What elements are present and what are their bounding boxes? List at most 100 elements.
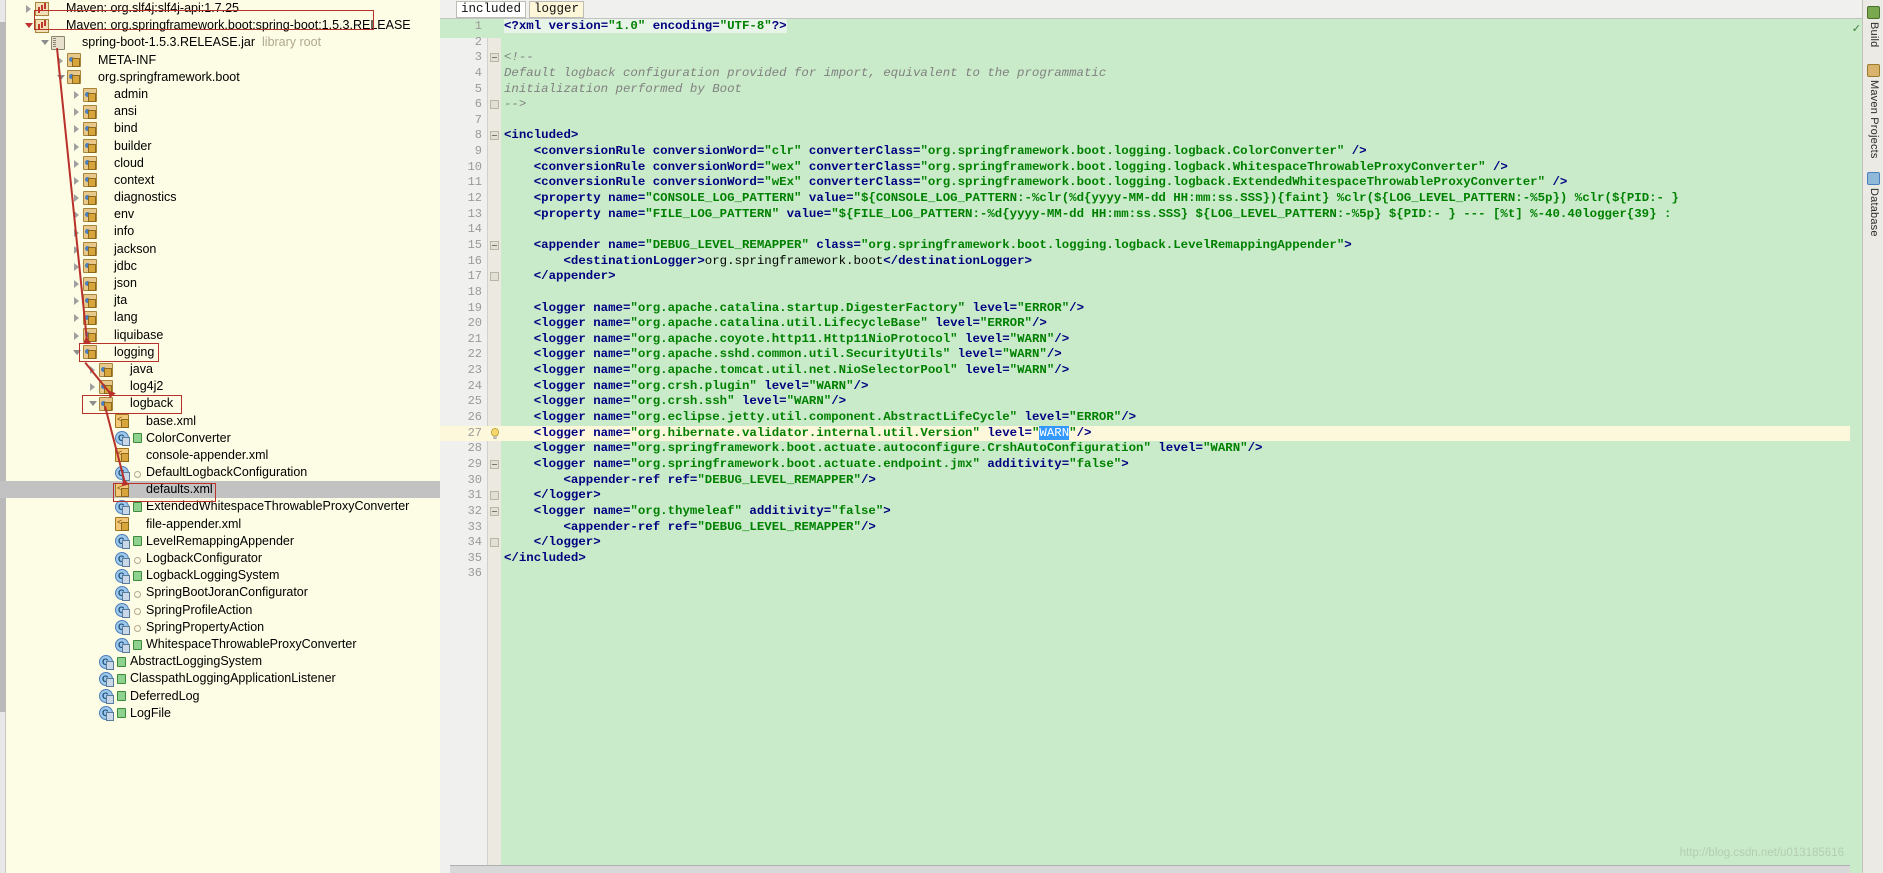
right-tab-build[interactable]: Build: [1863, 6, 1883, 47]
tree-item-diagnostics[interactable]: diagnostics: [0, 189, 440, 206]
code-line-5[interactable]: 5 initialization performed by Boot: [440, 82, 1862, 98]
breadcrumb-item-logger[interactable]: logger: [529, 0, 585, 18]
code-line-6[interactable]: 6 -->: [440, 97, 1862, 113]
chevron-right-icon[interactable]: [72, 103, 83, 120]
code-lines[interactable]: 1 <?xml version="1.0" encoding="UTF-8"?> 2…: [440, 19, 1862, 582]
code-line-32[interactable]: 32 <logger name="org.thymeleaf" additivi…: [440, 504, 1862, 520]
tree-row-list[interactable]: Maven: org.slf4j:slf4j-api:1.7.25 Maven: …: [0, 0, 440, 722]
code-line-19[interactable]: 19 <logger name="org.apache.catalina.sta…: [440, 301, 1862, 317]
code-line-36[interactable]: 36: [440, 566, 1862, 582]
tree-item-deferredlog[interactable]: DeferredLog: [0, 688, 440, 705]
horizontal-scrollbar[interactable]: [450, 865, 1850, 873]
tree-item-liquibase[interactable]: liquibase: [0, 327, 440, 344]
tree-item-jta[interactable]: jta: [0, 292, 440, 309]
chevron-down-icon[interactable]: [24, 17, 35, 34]
tree-item-jackson[interactable]: jackson: [0, 241, 440, 258]
code-line-23[interactable]: 23 <logger name="org.apache.tomcat.util.…: [440, 363, 1862, 379]
tree-item-org-springframework-boot[interactable]: org.springframework.boot: [0, 69, 440, 86]
fold-end-icon[interactable]: [490, 491, 499, 501]
chevron-down-icon[interactable]: [40, 34, 51, 51]
tree-item-levelremappingappender[interactable]: LevelRemappingAppender: [0, 533, 440, 551]
fold-collapse-icon[interactable]: [490, 131, 499, 141]
tree-item-colorconverter[interactable]: ColorConverter: [0, 430, 440, 447]
tree-item-springbootjoranconfigurator[interactable]: SpringBootJoranConfigurator: [0, 584, 440, 602]
code-line-12[interactable]: 12 <property name="CONSOLE_LOG_PATTERN" …: [440, 191, 1862, 207]
code-line-13[interactable]: 13 <property name="FILE_LOG_PATTERN" val…: [440, 207, 1862, 223]
code-line-20[interactable]: 20 <logger name="org.apache.catalina.uti…: [440, 316, 1862, 332]
tree-item-file-appender-xml[interactable]: file-appender.xml: [0, 515, 440, 533]
chevron-right-icon[interactable]: [72, 120, 83, 137]
tree-item-json[interactable]: json: [0, 275, 440, 292]
code-line-4[interactable]: 4 Default logback configuration provided …: [440, 66, 1862, 82]
code-line-28[interactable]: 28 <logger name="org.springframework.boo…: [440, 441, 1862, 457]
code-line-11[interactable]: 11 <conversionRule conversionWord="wEx" …: [440, 175, 1862, 191]
chevron-right-icon[interactable]: [24, 0, 35, 17]
code-line-24[interactable]: 24 <logger name="org.crsh.plugin" level=…: [440, 379, 1862, 395]
tree-item-whitespacethrowableproxyconverter[interactable]: WhitespaceThrowableProxyConverter: [0, 636, 440, 654]
fold-collapse-icon[interactable]: [490, 240, 499, 250]
tree-item-abstractloggingsystem[interactable]: AbstractLoggingSystem: [0, 653, 440, 671]
fold-collapse-icon[interactable]: [490, 506, 499, 516]
intention-bulb-icon[interactable]: [490, 427, 500, 440]
chevron-right-icon[interactable]: [72, 138, 83, 155]
fold-end-icon[interactable]: [490, 100, 499, 110]
editor-area[interactable]: included logger 1 <?xml version="1.0" enco…: [440, 0, 1862, 873]
tree-item-logbackconfigurator[interactable]: LogbackConfigurator: [0, 550, 440, 568]
project-tree-panel[interactable]: Maven: org.slf4j:slf4j-api:1.7.25 Maven: …: [0, 0, 440, 873]
chevron-right-icon[interactable]: [72, 309, 83, 326]
chevron-right-icon[interactable]: [72, 172, 83, 189]
code-line-27[interactable]: 27 <logger name="org.hibernate.validator…: [440, 425, 1862, 442]
tree-item-java[interactable]: java: [0, 361, 440, 378]
tree-item-ansi[interactable]: ansi: [0, 103, 440, 120]
code-line-34[interactable]: 34 </logger>: [440, 535, 1862, 551]
chevron-down-icon[interactable]: [88, 395, 99, 412]
code-line-16[interactable]: 16 <destinationLogger>org.springframewor…: [440, 254, 1862, 270]
right-tab-maven-projects[interactable]: Maven Projects: [1863, 64, 1883, 159]
code-line-14[interactable]: 14: [440, 222, 1862, 238]
tree-item-maven-org-slf4j-slf4j-api-1-7-25[interactable]: Maven: org.slf4j:slf4j-api:1.7.25: [0, 0, 440, 17]
code-line-7[interactable]: 7: [440, 113, 1862, 129]
tree-item-defaults-xml[interactable]: defaults.xml: [0, 481, 440, 499]
tree-item-admin[interactable]: admin: [0, 86, 440, 103]
code-line-17[interactable]: 17 </appender>: [440, 269, 1862, 285]
code-line-21[interactable]: 21 <logger name="org.apache.coyote.http1…: [440, 332, 1862, 348]
tree-item-info[interactable]: info: [0, 223, 440, 240]
tree-item-classpathloggingapplicationlistener[interactable]: ClasspathLoggingApplicationListener: [0, 670, 440, 688]
code-line-35[interactable]: 35 </included>: [440, 551, 1862, 567]
code-line-29[interactable]: 29 <logger name="org.springframework.boo…: [440, 457, 1862, 473]
tree-item-lang[interactable]: lang: [0, 309, 440, 326]
right-tab-database[interactable]: Database: [1863, 172, 1883, 237]
code-line-1[interactable]: 1 <?xml version="1.0" encoding="UTF-8"?>: [440, 19, 1862, 35]
tree-item-spring-boot-1-5-3-release-jar[interactable]: spring-boot-1.5.3.RELEASE.jar library roo…: [0, 34, 440, 51]
code-line-8[interactable]: 8 <included>: [440, 128, 1862, 144]
editor-scrollbar[interactable]: ✓: [1850, 19, 1862, 873]
chevron-down-icon[interactable]: [72, 344, 83, 361]
tree-item-meta-inf[interactable]: META-INF: [0, 52, 440, 69]
tree-item-logfile[interactable]: LogFile: [0, 705, 440, 722]
fold-end-icon[interactable]: [490, 538, 499, 548]
fold-collapse-icon[interactable]: [490, 53, 499, 63]
tree-item-cloud[interactable]: cloud: [0, 155, 440, 172]
code-line-18[interactable]: 18: [440, 285, 1862, 301]
tree-item-logbackloggingsystem[interactable]: LogbackLoggingSystem: [0, 567, 440, 585]
code-line-31[interactable]: 31 </logger>: [440, 488, 1862, 504]
code-line-3[interactable]: 3 <!--: [440, 50, 1862, 66]
code-line-2[interactable]: 2: [440, 35, 1862, 51]
tree-item-extendedwhitespacethrowableproxyconverter[interactable]: ExtendedWhitespaceThrowableProxyConverte…: [0, 498, 440, 516]
tree-item-logging[interactable]: logging: [0, 344, 440, 361]
code-line-25[interactable]: 25 <logger name="org.crsh.ssh" level="WA…: [440, 394, 1862, 410]
chevron-right-icon[interactable]: [72, 86, 83, 103]
code-line-15[interactable]: 15 <appender name="DEBUG_LEVEL_REMAPPER"…: [440, 238, 1862, 254]
tree-item-maven-org-springframework-boot-spring-boot-1-5-3-release[interactable]: Maven: org.springframework.boot:spring-b…: [0, 17, 440, 34]
code-line-26[interactable]: 26 <logger name="org.eclipse.jetty.util.…: [440, 410, 1862, 426]
code-line-30[interactable]: 30 <appender-ref ref="DEBUG_LEVEL_REMAPP…: [440, 473, 1862, 489]
fold-end-icon[interactable]: [490, 272, 499, 282]
right-tool-window-bar[interactable]: Build Maven Projects Database: [1862, 0, 1883, 873]
code-line-9[interactable]: 9 <conversionRule conversionWord="clr" c…: [440, 144, 1862, 160]
tree-item-jdbc[interactable]: jdbc: [0, 258, 440, 275]
tree-item-env[interactable]: env: [0, 206, 440, 223]
code-surface[interactable]: 1 <?xml version="1.0" encoding="UTF-8"?> 2…: [440, 19, 1862, 873]
code-line-22[interactable]: 22 <logger name="org.apache.sshd.common.…: [440, 347, 1862, 363]
chevron-right-icon[interactable]: [72, 327, 83, 344]
tree-item-springprofileaction[interactable]: SpringProfileAction: [0, 602, 440, 619]
